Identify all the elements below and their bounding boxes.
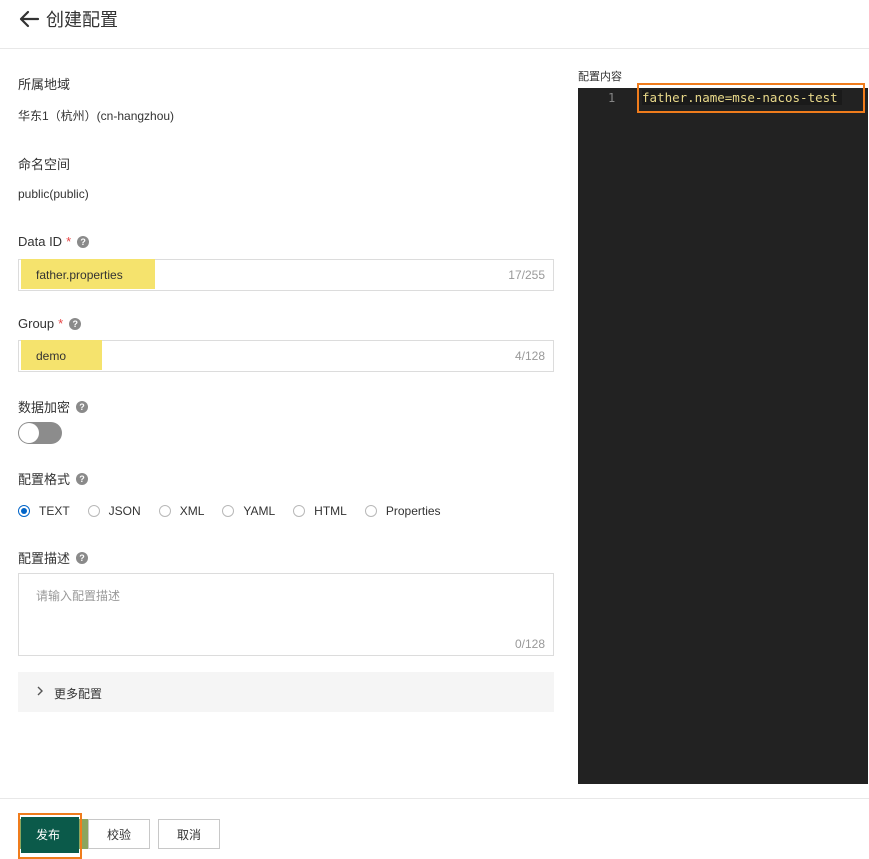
help-icon[interactable]: ? [76, 472, 89, 485]
group-label-text: Group [18, 316, 55, 331]
data-id-value: father.properties [36, 268, 123, 282]
radio-label: Properties [385, 504, 441, 518]
line-number: 1 [608, 91, 616, 105]
page-header: 创建配置 [0, 0, 869, 49]
cancel-button-label: 取消 [176, 827, 201, 842]
radio-icon [158, 505, 171, 517]
namespace-value: public(public) [18, 187, 89, 201]
help-icon[interactable]: ? [77, 235, 90, 248]
more-config-label: 更多配置 [54, 687, 103, 701]
encryption-label: 数据加密 ? [18, 397, 89, 416]
code-line[interactable]: father.name=mse-nacos-test [642, 90, 842, 105]
description-placeholder: 请输入配置描述 [36, 589, 121, 603]
editor-label: 配置内容 [578, 71, 622, 83]
chevron-right-icon [37, 686, 43, 696]
radio-label: TEXT [39, 504, 70, 518]
format-label: 配置格式 ? [18, 469, 89, 488]
format-option-xml[interactable]: XML [158, 504, 205, 518]
required-mark: * [66, 234, 72, 249]
help-icon[interactable]: ? [76, 551, 89, 564]
radio-label: YAML [243, 504, 276, 518]
format-option-json[interactable]: JSON [87, 504, 141, 518]
code-editor[interactable]: 1 father.name=mse-nacos-test [578, 83, 868, 784]
group-value: demo [36, 349, 67, 363]
help-icon[interactable]: ? [76, 400, 89, 413]
format-option-properties[interactable]: Properties [364, 504, 441, 518]
radio-label: XML [179, 504, 205, 518]
radio-label: JSON [108, 504, 141, 518]
format-label-text: 配置格式 [18, 472, 71, 487]
description-counter: 0/128 [514, 637, 545, 651]
data-id-label: Data ID * ? [18, 234, 90, 249]
radio-checked-icon [18, 505, 30, 517]
encryption-label-text: 数据加密 [18, 400, 71, 415]
region-label: 所属地域 [18, 77, 71, 92]
encryption-toggle[interactable] [18, 422, 62, 444]
page-footer: 发布 校验 取消 [0, 798, 869, 859]
description-label-text: 配置描述 [18, 551, 71, 566]
data-id-input[interactable]: father.properties 17/255 [18, 259, 554, 291]
group-label: Group * ? [18, 316, 82, 331]
format-option-html[interactable]: HTML [293, 504, 347, 518]
validate-button-label: 校验 [106, 827, 131, 842]
radio-icon [293, 505, 306, 517]
description-textarea[interactable]: 请输入配置描述 0/128 [18, 573, 554, 656]
publish-button[interactable]: 发布 [18, 813, 90, 859]
radio-icon [364, 505, 377, 517]
description-label: 配置描述 ? [18, 548, 89, 567]
required-mark: * [58, 316, 64, 331]
validate-button[interactable]: 校验 [88, 819, 150, 849]
format-option-text[interactable]: TEXT [18, 504, 70, 518]
toggle-knob [19, 423, 39, 443]
radio-label: HTML [314, 504, 347, 518]
data-id-counter: 17/255 [508, 268, 545, 282]
format-option-yaml[interactable]: YAML [222, 504, 275, 518]
publish-button-label: 发布 [35, 827, 60, 842]
data-id-label-text: Data ID [18, 234, 63, 249]
region-value: 华东1（杭州）(cn-hangzhou) [18, 109, 175, 123]
help-icon[interactable]: ? [69, 317, 82, 330]
page-title: 创建配置 [46, 10, 118, 30]
group-input[interactable]: demo 4/128 [18, 340, 554, 372]
arrow-left-icon[interactable] [18, 9, 40, 29]
more-config-collapse[interactable]: 更多配置 [18, 672, 554, 712]
cancel-button[interactable]: 取消 [158, 819, 220, 849]
radio-icon [222, 505, 235, 517]
group-counter: 4/128 [514, 349, 545, 363]
format-radio-group: TEXT JSON XML YAML HTML Properties [18, 504, 459, 518]
radio-icon [87, 505, 100, 517]
namespace-label: 命名空间 [18, 157, 71, 172]
